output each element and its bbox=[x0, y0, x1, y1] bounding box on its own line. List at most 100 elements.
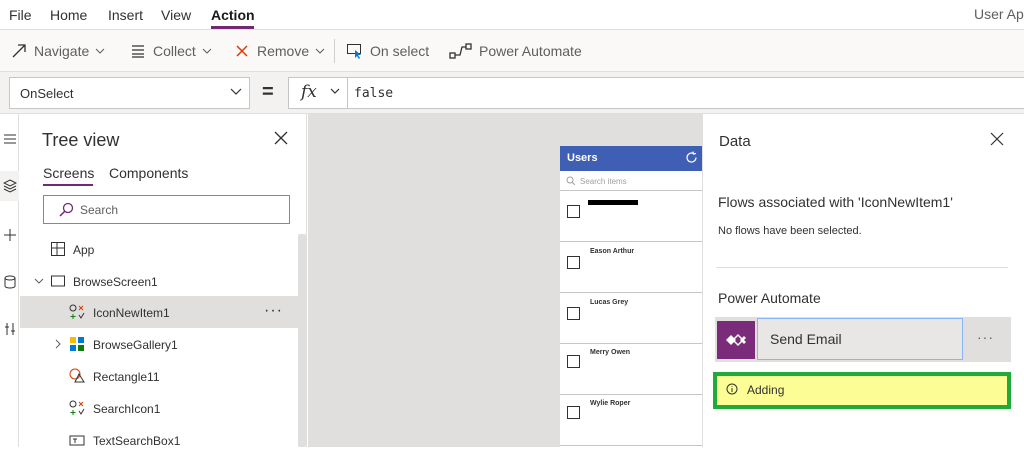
tree-item-label: App bbox=[73, 243, 95, 257]
navigate-button[interactable]: Navigate bbox=[10, 42, 105, 60]
fx-button[interactable]: fx bbox=[288, 77, 348, 109]
hamburger-menu-button[interactable] bbox=[0, 124, 19, 154]
tree-item-app[interactable]: App bbox=[20, 233, 298, 265]
hamburger-icon bbox=[3, 134, 16, 144]
navigate-label: Navigate bbox=[34, 43, 90, 59]
flow-name[interactable]: Send Email bbox=[757, 318, 963, 360]
property-value: OnSelect bbox=[20, 86, 74, 101]
arrow-up-right-icon bbox=[12, 44, 26, 58]
cursor-select-icon bbox=[347, 44, 361, 59]
tree-item-rectangle11[interactable]: Rectangle11 bbox=[20, 360, 298, 392]
insert-rail-button[interactable] bbox=[0, 220, 19, 250]
screen-icon bbox=[51, 275, 65, 287]
row-name: Lucas Grey bbox=[590, 299, 629, 306]
screen-search-placeholder: Search items bbox=[580, 177, 627, 186]
no-flows-message: No flows have been selected. bbox=[718, 225, 862, 237]
remove-label: Remove bbox=[257, 43, 310, 59]
chevron-down-icon bbox=[202, 48, 212, 54]
property-dropdown[interactable]: OnSelect bbox=[9, 77, 250, 109]
gallery-row[interactable] bbox=[560, 191, 702, 242]
row-checkbox[interactable] bbox=[567, 406, 580, 419]
gallery-row[interactable]: Lucas Grey bbox=[560, 293, 702, 344]
gallery-row[interactable]: Wylie Roper bbox=[560, 395, 702, 446]
row-checkbox[interactable] bbox=[567, 355, 580, 368]
search-icon bbox=[59, 202, 74, 217]
tree-item-textsearchbox1[interactable]: TextSearchBox1 bbox=[20, 424, 298, 456]
tree-view-rail-button[interactable] bbox=[0, 171, 19, 201]
row-name: Wylie Roper bbox=[590, 400, 631, 407]
screen-search-box[interactable]: Search items bbox=[560, 171, 702, 191]
active-tab-underline bbox=[43, 184, 93, 186]
more-options-button[interactable]: ··· bbox=[264, 302, 283, 320]
power-automate-button[interactable]: Power Automate bbox=[449, 42, 582, 60]
on-select-button[interactable]: On select bbox=[346, 42, 429, 60]
tree-item-label: BrowseGallery1 bbox=[93, 338, 178, 352]
menu-bar: File Home Insert View Action User Ap bbox=[0, 0, 1024, 30]
app-title: User Ap bbox=[974, 6, 1024, 22]
tree-view-title: Tree view bbox=[42, 130, 120, 150]
formula-bar: OnSelect = fx false bbox=[0, 72, 1024, 114]
gallery-row[interactable]: Merry Owen bbox=[560, 344, 702, 395]
screen-header: Users bbox=[560, 146, 702, 171]
row-name: Eason Arthur bbox=[590, 248, 635, 255]
chevron-down-icon bbox=[230, 88, 242, 95]
adding-status-banner: Adding bbox=[713, 372, 1011, 409]
menu-home[interactable]: Home bbox=[50, 7, 87, 23]
close-icon[interactable] bbox=[272, 129, 290, 147]
flow-more-button[interactable]: ··· bbox=[977, 329, 994, 345]
tools-rail-button[interactable] bbox=[0, 314, 19, 344]
menu-view[interactable]: View bbox=[161, 7, 191, 23]
tree-search-placeholder: Search bbox=[80, 203, 119, 217]
data-rail-button[interactable] bbox=[0, 267, 19, 297]
flows-header: Flows associated with 'IconNewItem1' bbox=[718, 194, 953, 210]
collect-button[interactable]: Collect bbox=[129, 42, 212, 60]
list-icon bbox=[132, 45, 144, 58]
fx-label: fx bbox=[301, 82, 317, 102]
tree-item-iconnewitem1[interactable]: IconNewItem1 ··· bbox=[20, 296, 298, 328]
data-pane-title: Data bbox=[719, 133, 751, 150]
formula-input[interactable]: false bbox=[347, 77, 1024, 109]
left-rail bbox=[0, 114, 19, 447]
power-automate-icon bbox=[449, 43, 472, 59]
power-automate-label: Power Automate bbox=[479, 43, 582, 59]
layers-icon bbox=[2, 179, 17, 193]
tree-search-input[interactable]: Search bbox=[43, 195, 290, 224]
row-checkbox[interactable] bbox=[567, 256, 580, 269]
data-pane: Data Flows associated with 'IconNewItem1… bbox=[702, 114, 1024, 447]
collect-label: Collect bbox=[153, 43, 196, 59]
tree-item-label: BrowseScreen1 bbox=[73, 275, 158, 289]
row-name: Merry Owen bbox=[590, 349, 631, 356]
tree-item-browsescreen1[interactable]: BrowseScreen1 bbox=[20, 265, 298, 297]
menu-insert[interactable]: Insert bbox=[108, 7, 143, 23]
refresh-icon[interactable] bbox=[685, 151, 698, 164]
app-screen-preview: Users Search items Eason Arthur Lucas Gr… bbox=[560, 146, 702, 447]
menu-action[interactable]: Action bbox=[211, 7, 255, 23]
database-icon bbox=[4, 275, 15, 289]
close-icon[interactable] bbox=[990, 132, 1004, 146]
adding-status-text: Adding bbox=[747, 383, 785, 397]
tools-icon bbox=[4, 323, 15, 335]
icon-control-icon bbox=[69, 400, 85, 415]
tree-item-browsegallery1[interactable]: BrowseGallery1 bbox=[20, 328, 298, 360]
gallery-row[interactable]: Eason Arthur bbox=[560, 242, 702, 293]
menu-file[interactable]: File bbox=[9, 7, 32, 23]
rectangle-shape-icon bbox=[69, 368, 85, 383]
flow-item[interactable]: Send Email ··· bbox=[715, 317, 1011, 362]
row-checkbox[interactable] bbox=[567, 205, 580, 218]
row-checkbox[interactable] bbox=[567, 307, 580, 320]
text-input-icon bbox=[69, 435, 85, 446]
remove-button[interactable]: Remove bbox=[233, 42, 325, 60]
flow-arrows-icon bbox=[726, 333, 746, 347]
tree-item-label: Rectangle11 bbox=[93, 370, 160, 384]
tab-components[interactable]: Components bbox=[109, 165, 188, 181]
divider bbox=[716, 267, 1008, 268]
ribbon-separator bbox=[334, 39, 335, 63]
gallery-icon bbox=[70, 337, 84, 351]
tab-screens[interactable]: Screens bbox=[43, 165, 94, 181]
tree-item-searchicon1[interactable]: SearchIcon1 bbox=[20, 392, 298, 424]
redacted-bar bbox=[588, 200, 638, 205]
chevron-down-icon bbox=[34, 278, 44, 284]
screen-title: Users bbox=[567, 152, 598, 164]
info-icon bbox=[726, 383, 738, 395]
tree-scrollbar[interactable] bbox=[298, 234, 306, 447]
